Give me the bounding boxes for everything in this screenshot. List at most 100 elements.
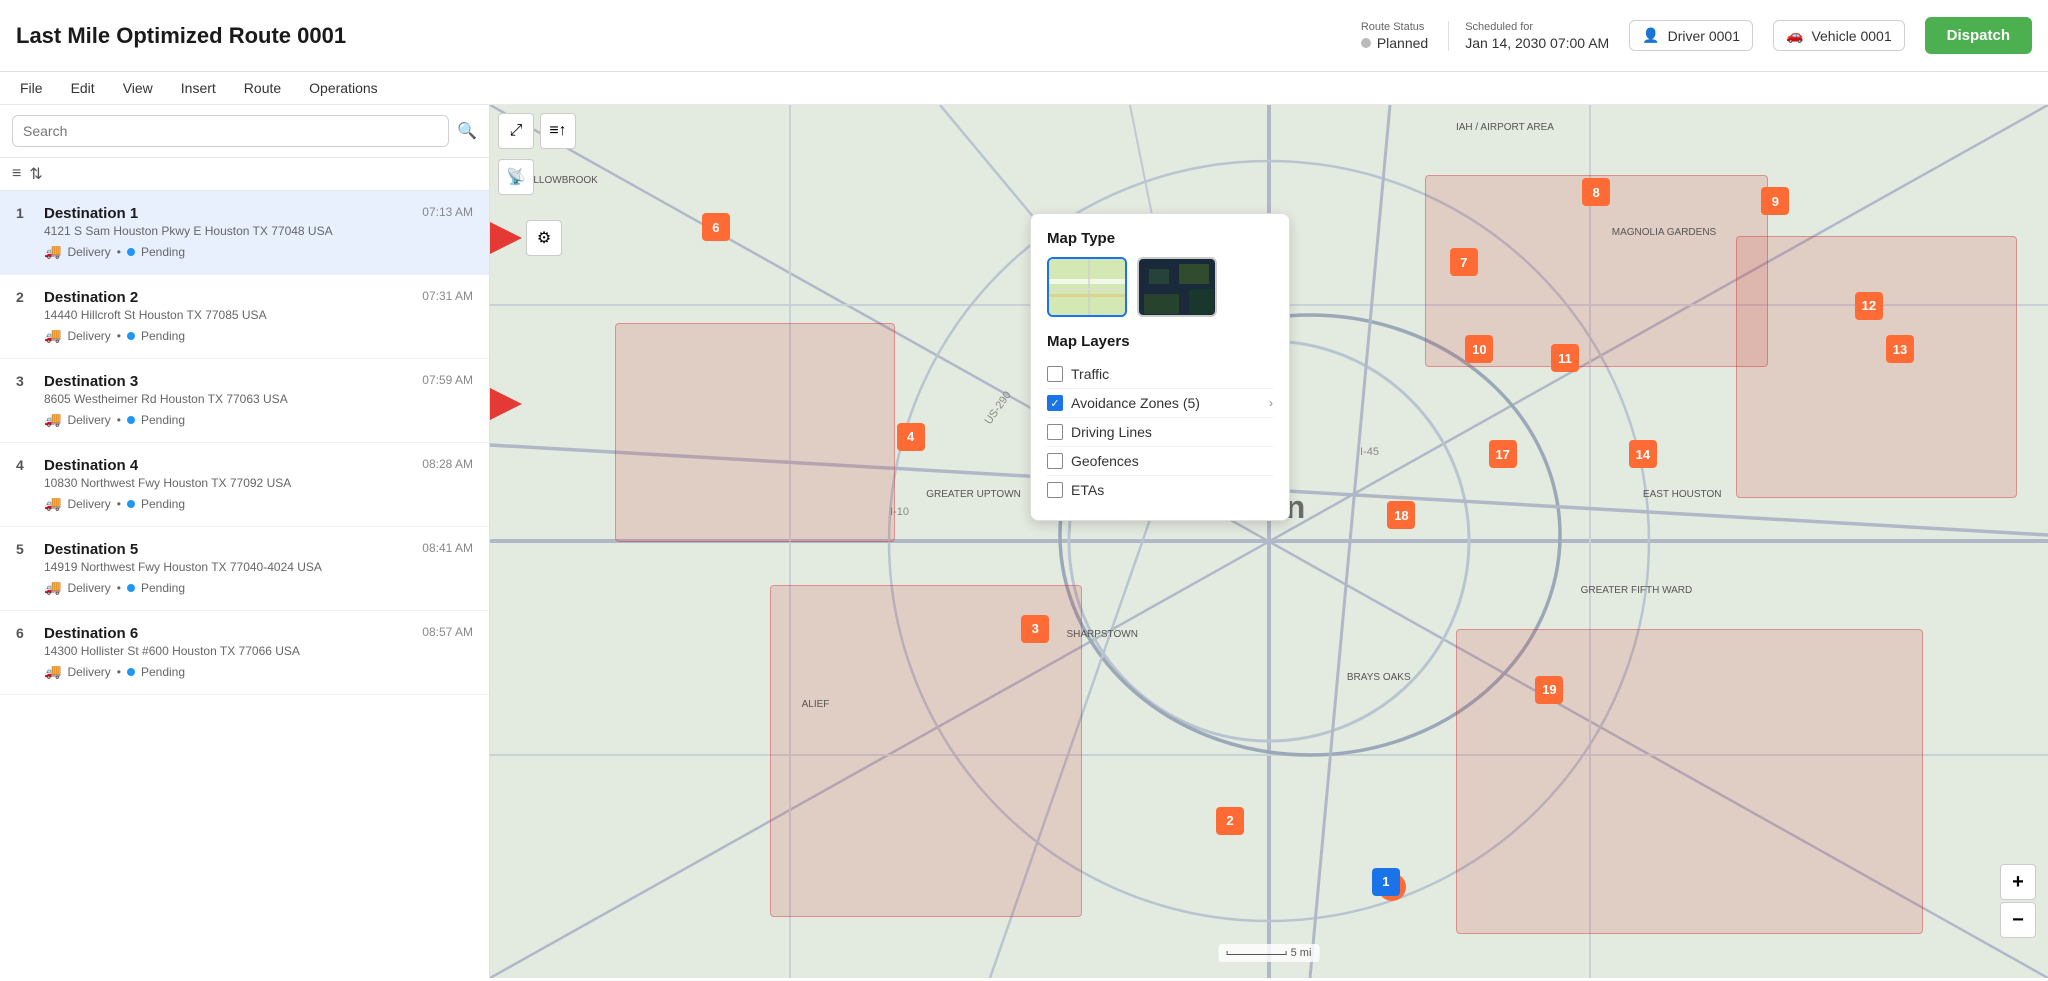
route-status: Pending [141,245,185,259]
layer-etas[interactable]: ETAs [1047,476,1273,504]
marker-19[interactable]: 19 [1535,676,1563,704]
sort-icon[interactable]: ⇅ [29,164,42,184]
marker-2[interactable]: 2 [1216,807,1244,835]
layer-driving-lines[interactable]: Driving Lines [1047,418,1273,447]
zoom-in-button[interactable]: + [2000,864,2036,900]
menu-bar: File Edit View Insert Route Operations [0,72,2048,105]
filter-map-icon[interactable]: ≡↑ [540,113,576,149]
route-meta: 🚚 Delivery • Pending [44,663,412,680]
marker-13[interactable]: 13 [1886,335,1914,363]
route-details: Destination 4 10830 Northwest Fwy Housto… [44,457,412,512]
route-name: Destination 3 [44,373,412,390]
route-name: Destination 6 [44,625,412,642]
route-num: 4 [16,457,34,473]
gear-button[interactable]: ⚙ [526,220,562,256]
filter-icon[interactable]: ≡ [12,165,21,183]
route-item-2[interactable]: 2 Destination 2 14440 Hillcroft St Houst… [0,275,489,359]
layer-checkbox[interactable] [1047,453,1063,469]
route-status: Pending [141,497,185,511]
page-title: Last Mile Optimized Route 0001 [16,23,346,49]
route-type: Delivery [67,581,110,595]
marker-9[interactable]: 9 [1761,187,1789,215]
route-address: 14440 Hillcroft St Houston TX 77085 USA [44,308,412,322]
search-icon: 🔍 [457,121,477,141]
chevron-right-icon: › [1269,396,1273,410]
marker-4[interactable]: 4 [897,423,925,451]
radio-icon[interactable]: 📡 [498,159,534,195]
map-type-panel: Map Type [1030,213,1290,521]
route-type: Delivery [67,413,110,427]
route-num: 3 [16,373,34,389]
route-status: Pending [141,581,185,595]
search-bar: 🔍 [0,105,489,158]
vehicle-info[interactable]: 🚗 Vehicle 0001 [1773,20,1905,51]
iah-label: IAH / AIRPORT AREA [1456,122,1554,133]
zoom-out-button[interactable]: − [2000,902,2036,938]
marker-18[interactable]: 18 [1387,501,1415,529]
menu-view[interactable]: View [119,78,157,98]
route-details: Destination 6 14300 Hollister St #600 Ho… [44,625,412,680]
route-address: 14300 Hollister St #600 Houston TX 77066… [44,644,412,658]
route-name: Destination 5 [44,541,412,558]
sharpstown-label: SHARPSTOWN [1066,629,1138,640]
route-list: 1 Destination 1 4121 S Sam Houston Pkwy … [0,191,489,978]
route-item-4[interactable]: 4 Destination 4 10830 Northwest Fwy Hous… [0,443,489,527]
layer-traffic[interactable]: Traffic [1047,360,1273,389]
expand-icon[interactable]: ⤢ [498,113,534,149]
layer-checkbox[interactable] [1047,424,1063,440]
status-dot [127,248,135,256]
marker-12[interactable]: 12 [1855,292,1883,320]
marker-10[interactable]: 10 [1465,335,1493,363]
map-type-road[interactable] [1047,257,1127,317]
marker-11[interactable]: 11 [1551,344,1579,372]
menu-file[interactable]: File [16,78,47,98]
map-area[interactable]: US-290 I-45 I-10 Houston WILLOWBROOK IAH… [490,105,2048,978]
search-input[interactable] [12,115,449,147]
menu-route[interactable]: Route [240,78,285,98]
route-item-3[interactable]: 3 Destination 3 8605 Westheimer Rd Houst… [0,359,489,443]
avoidance-arrow-shape [490,388,522,420]
route-address: 8605 Westheimer Rd Houston TX 77063 USA [44,392,412,406]
marker-7[interactable]: 7 [1450,248,1478,276]
list-toolbar: ≡ ⇅ [0,158,489,191]
route-name: Destination 2 [44,289,412,306]
route-item-5[interactable]: 5 Destination 5 14919 Northwest Fwy Hous… [0,527,489,611]
greater-uptown-label: GREATER UPTOWN [926,489,1021,500]
magnolia-label: MAGNOLIA GARDENS [1612,227,1716,238]
layer-checkbox[interactable]: ✓ [1047,395,1063,411]
route-status: Pending [141,329,185,343]
main-content: 🔍 ≡ ⇅ 1 Destination 1 4121 S Sam Houston… [0,105,2048,978]
layer-avoidance-zones-(5)[interactable]: ✓ Avoidance Zones (5) › [1047,389,1273,418]
route-time: 07:13 AM [422,205,473,219]
header: Last Mile Optimized Route 0001 Route Sta… [0,0,2048,72]
layer-geofences[interactable]: Geofences [1047,447,1273,476]
brays-label: BRAYS OAKS [1347,672,1411,683]
route-time: 08:41 AM [422,541,473,555]
driver-label: Driver 0001 [1668,28,1740,44]
marker-3[interactable]: 3 [1021,615,1049,643]
marker-14[interactable]: 14 [1629,440,1657,468]
marker-6[interactable]: 6 [702,213,730,241]
map-layers-title: Map Layers [1047,333,1273,350]
map-type-satellite[interactable] [1137,257,1217,317]
marker-17[interactable]: 17 [1489,440,1517,468]
dispatch-button[interactable]: Dispatch [1925,17,2032,54]
route-item-6[interactable]: 6 Destination 6 14300 Hollister St #600 … [0,611,489,695]
route-item-1[interactable]: 1 Destination 1 4121 S Sam Houston Pkwy … [0,191,489,275]
marker-1[interactable]: 1 [1372,868,1400,896]
vehicle-label: Vehicle 0001 [1811,28,1891,44]
layer-label: ETAs [1071,482,1273,498]
scheduled-value: Jan 14, 2030 07:00 AM [1465,35,1609,51]
menu-operations[interactable]: Operations [305,78,381,98]
marker-8[interactable]: 8 [1582,178,1610,206]
layer-checkbox[interactable] [1047,366,1063,382]
route-time: 07:59 AM [422,373,473,387]
layer-label: Geofences [1071,453,1273,469]
menu-insert[interactable]: Insert [177,78,220,98]
driver-info[interactable]: 👤 Driver 0001 [1629,20,1753,51]
east-houston-label: EAST HOUSTON [1643,489,1722,500]
layer-checkbox[interactable] [1047,482,1063,498]
route-meta: 🚚 Delivery • Pending [44,411,412,428]
menu-edit[interactable]: Edit [67,78,99,98]
top-controls: ⤢ [498,113,534,149]
